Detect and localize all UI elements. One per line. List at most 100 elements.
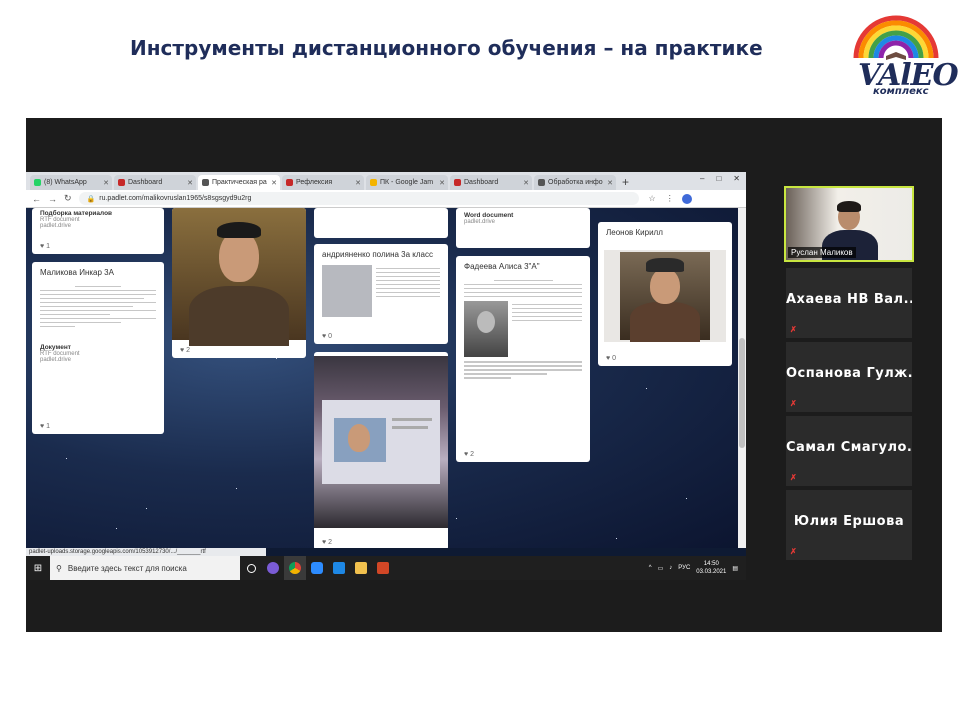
padlet-card[interactable]: Word document padlet.drive	[456, 208, 590, 248]
padlet-card[interactable]: ♥ 2	[172, 208, 306, 358]
padlet-card[interactable]: андрияненко полина 3а класс ♥ 0	[314, 244, 448, 344]
notifications-icon[interactable]: ▤	[732, 565, 738, 572]
url-input[interactable]: 🔒 ru.padlet.com/malikovruslan1965/s8sgsgy…	[78, 192, 639, 205]
padlet-card[interactable]: Маликова Инкар 3А Документ RTF document …	[32, 262, 164, 434]
extensions-icon[interactable]: ⋮	[666, 194, 674, 203]
taskbar-clock[interactable]: 14:50 03.03.2021	[696, 560, 726, 576]
search-icon: ⚲	[56, 563, 62, 573]
card-likes[interactable]: ♥ 2	[180, 347, 190, 354]
lock-icon: 🔒	[86, 195, 96, 203]
close-icon[interactable]: ✕	[439, 179, 445, 187]
tab-label: Практическая ра	[212, 179, 267, 186]
close-icon[interactable]: ✕	[103, 179, 109, 187]
browser-tab[interactable]: Dashboard ✕	[114, 175, 196, 190]
heart-icon: ♥	[464, 451, 469, 458]
taskbar-search-input[interactable]: ⚲ Введите здесь текст для поиска	[50, 556, 240, 580]
minimize-icon[interactable]: –	[700, 174, 704, 183]
profile-avatar[interactable]	[681, 193, 692, 204]
card-likes[interactable]: ♥ 2	[464, 451, 474, 458]
clock-date: 03.03.2021	[696, 569, 727, 575]
zoom-icon[interactable]	[306, 556, 328, 580]
messages-icon[interactable]	[328, 556, 350, 580]
card-likes[interactable]: ♥ 1	[40, 243, 50, 250]
tab-label: Обработка инфо	[548, 179, 603, 186]
chrome-icon[interactable]	[284, 556, 306, 580]
participant-name: Оспанова Гулж...	[786, 366, 912, 381]
like-count: 2	[470, 451, 475, 458]
browser-tab-active[interactable]: Практическая ра ✕	[198, 175, 280, 190]
card-title: Подборка материалов	[40, 210, 113, 217]
tab-favicon-icon	[34, 179, 41, 186]
scrollbar-thumb[interactable]	[739, 338, 745, 448]
system-tray: ^ ▭ ♪ РУС 14:50 03.03.2021 ▤	[649, 560, 746, 576]
browser-tab[interactable]: (8) WhatsApp ✕	[30, 175, 112, 190]
card-photo-image	[314, 356, 448, 528]
chevron-up-icon[interactable]: ^	[649, 565, 652, 571]
network-icon[interactable]: ▭	[658, 565, 664, 572]
participant-video-tile[interactable]: Руслан Маликов	[784, 186, 914, 262]
browser-tab[interactable]: ПК - Google Jam ✕	[366, 175, 448, 190]
browser-tab[interactable]: Рефлексия ✕	[282, 175, 364, 190]
reload-icon[interactable]: ↻	[64, 193, 72, 204]
participant-tile[interactable]: Ахаева НВ Вал... ✗	[786, 268, 912, 338]
padlet-card[interactable]: ♥ 2	[314, 352, 448, 548]
file-explorer-icon[interactable]	[350, 556, 372, 580]
card-title: андрияненко полина 3а класс	[322, 250, 433, 259]
task-view-icon[interactable]	[240, 556, 262, 580]
padlet-card[interactable]: Леонов Кирилл ♥ 0	[598, 222, 732, 366]
search-placeholder: Введите здесь текст для поиска	[67, 563, 187, 573]
close-icon[interactable]: ✕	[271, 179, 277, 187]
padlet-card[interactable]: Фадеева Алиса 3"А" ♥ 2	[456, 256, 590, 462]
back-arrow-icon[interactable]: ←	[32, 194, 41, 204]
url-text: ru.padlet.com/malikovruslan1965/s8sgsgyd…	[99, 195, 252, 202]
padlet-card[interactable]: Подборка материалов RTF document padlet.…	[32, 208, 164, 254]
volume-icon[interactable]: ♪	[669, 565, 672, 571]
slide-title: Инструменты дистанционного обучения – на…	[130, 36, 763, 60]
card-doc-label: Документ	[40, 343, 71, 351]
star-icon[interactable]: ☆	[649, 194, 656, 203]
heart-icon: ♥	[322, 333, 327, 340]
card-portrait-image	[604, 250, 726, 342]
participant-tile[interactable]: Оспанова Гулж... ✗	[786, 342, 912, 412]
close-icon[interactable]: ✕	[355, 179, 361, 187]
card-title: Леонов Кирилл	[606, 228, 663, 237]
new-tab-icon[interactable]: +	[622, 175, 629, 190]
participant-tile[interactable]: Самал Смагуло... ✗	[786, 416, 912, 486]
powerpoint-icon[interactable]	[372, 556, 394, 580]
card-source: padlet.drive	[40, 223, 72, 229]
participant-name: Юлия Ершова	[793, 514, 905, 529]
windows-start-icon[interactable]: ⊞	[26, 563, 50, 574]
link-status-bar: padlet-uploads.storage.googleapis.com/10…	[26, 548, 266, 556]
presentation-slide: Инструменты дистанционного обучения – на…	[0, 0, 960, 720]
card-likes[interactable]: ♥ 2	[322, 539, 332, 546]
keyboard-language[interactable]: РУС	[678, 565, 690, 571]
forward-arrow-icon[interactable]: →	[48, 194, 57, 204]
close-window-icon[interactable]: ✕	[733, 174, 740, 183]
card-likes[interactable]: ♥ 0	[606, 355, 616, 362]
card-source: padlet.drive	[40, 356, 72, 363]
cortana-icon[interactable]	[262, 556, 284, 580]
document-preview	[32, 279, 164, 334]
like-count: 1	[46, 423, 51, 430]
close-icon[interactable]: ✕	[607, 179, 613, 187]
maximize-icon[interactable]: □	[716, 174, 721, 183]
tab-label: Dashboard	[464, 179, 499, 186]
close-icon[interactable]: ✕	[523, 179, 529, 187]
tab-label: Рефлексия	[296, 179, 333, 186]
window-controls: – □ ✕	[700, 174, 740, 183]
document-preview	[456, 273, 590, 385]
participant-tile[interactable]: Юлия Ершова ✗	[786, 490, 912, 560]
card-likes[interactable]: ♥ 1	[40, 423, 50, 430]
tab-label: Dashboard	[128, 179, 163, 186]
heart-icon: ♥	[40, 423, 45, 430]
clock-time: 14:50	[703, 561, 719, 567]
padlet-card[interactable]	[314, 208, 448, 238]
browser-tab[interactable]: Dashboard ✕	[450, 175, 532, 190]
participant-name: Руслан Маликов	[788, 247, 856, 258]
page-scrollbar[interactable]	[738, 208, 746, 548]
like-count: 2	[328, 539, 333, 546]
card-likes[interactable]: ♥ 0	[322, 333, 332, 340]
participant-name: Самал Смагуло...	[786, 440, 912, 455]
close-icon[interactable]: ✕	[187, 179, 193, 187]
browser-tab[interactable]: Обработка инфо ✕	[534, 175, 616, 190]
